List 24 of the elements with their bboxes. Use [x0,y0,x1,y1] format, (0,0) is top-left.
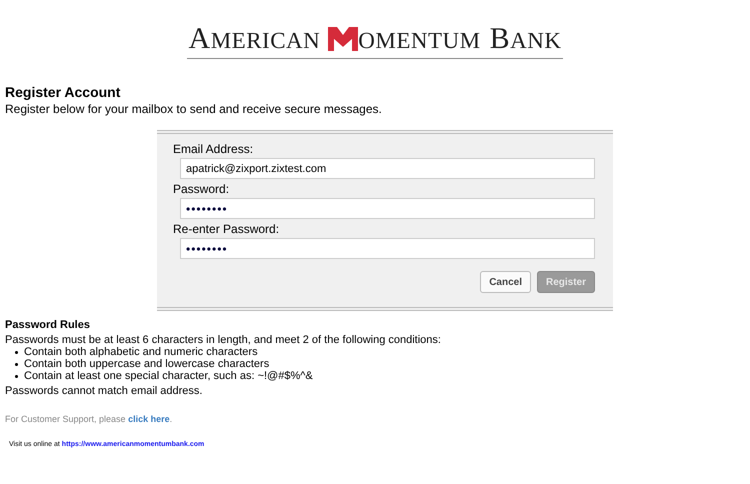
rule-item: Contain at least one special character, such as: ~!@#$%^& [24,370,313,382]
bullet-icon [15,350,18,354]
cancel-button[interactable]: Cancel [480,271,531,293]
field-label: Password: [173,182,230,196]
rules-note: Passwords cannot match email address. [5,385,204,397]
rules-text: Passwords must be at least 6 characters in length, and meet 2 of the following conditions: [5,334,442,346]
email-field[interactable]: apatrick@zixport.zixtest.com [180,158,595,179]
logo-text: AMERICAN [188,27,320,53]
bullet-icon [15,362,18,366]
intro-text: Register below for your mailbox to send and receive secure messages. [5,102,383,116]
bullet-icon [15,374,18,378]
field-label: Re-enter Password: [173,222,280,236]
logo-text: BANK [490,27,562,53]
field-label: Email Address: [173,142,254,156]
logo-text: OMENTUM [358,29,481,53]
support-text: For Customer Support, please click here. [5,414,174,424]
page-heading: Register Account [5,84,122,100]
support-link[interactable]: click here [128,414,170,424]
password-field[interactable]: •••••••• [180,238,595,259]
rule-item: Contain both uppercase and lowercase characters [24,358,270,370]
rules-title: Password Rules [5,319,91,331]
ribbon-m-icon [328,27,358,51]
rule-item: Contain both alphabetic and numeric characters [24,346,258,358]
password-field[interactable]: •••••••• [180,198,595,219]
